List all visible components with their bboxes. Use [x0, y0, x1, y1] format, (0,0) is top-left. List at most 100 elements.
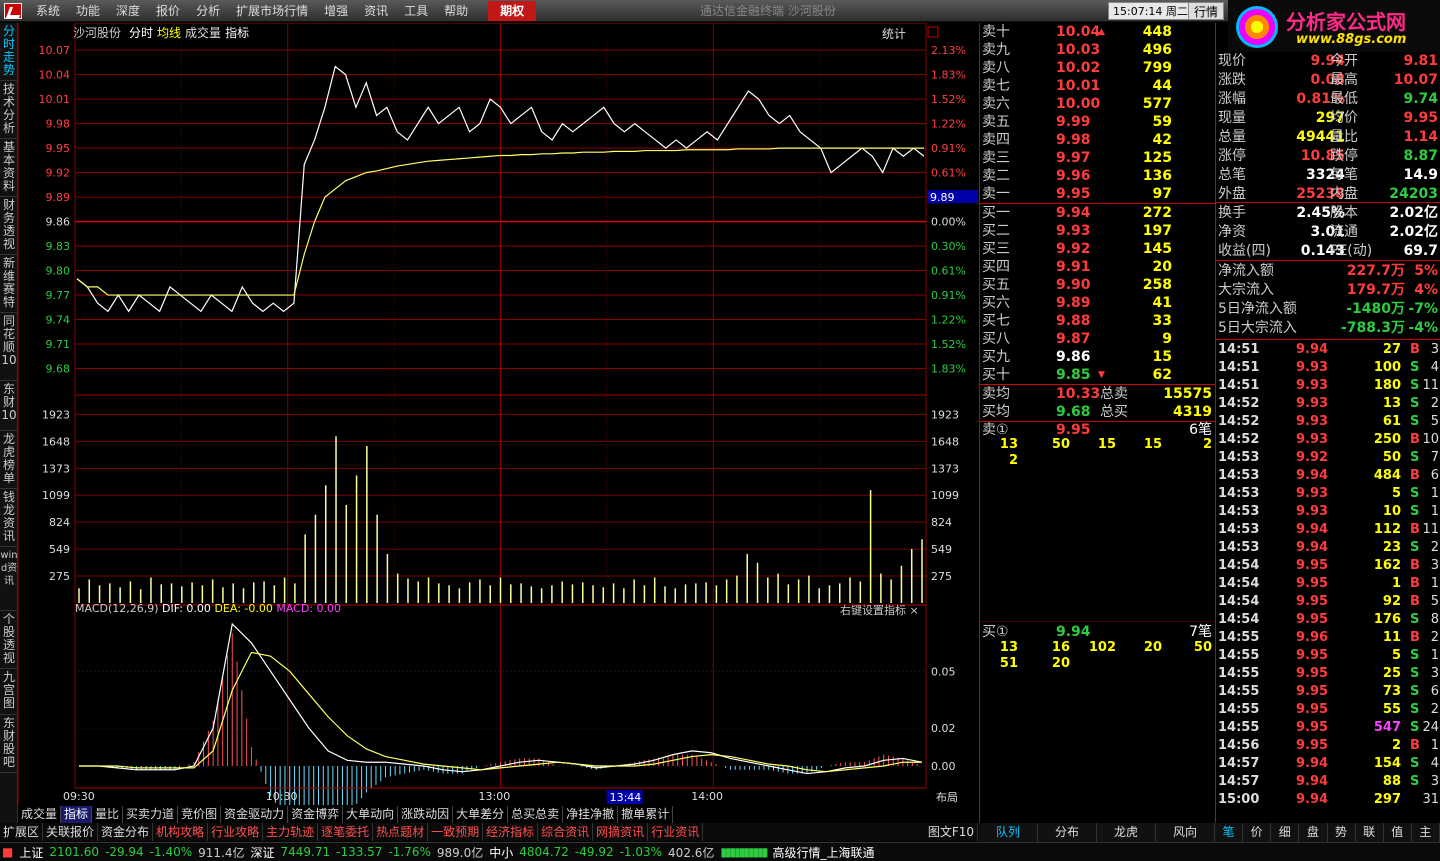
app-logo-icon[interactable]: [4, 2, 22, 19]
btab-volume-ratio[interactable]: 量比: [92, 806, 124, 823]
layout-label[interactable]: 布局: [936, 791, 958, 804]
ask-row[interactable]: 卖五 9.99 59: [980, 113, 1216, 131]
ask-row[interactable]: 卖七 10.01 44: [980, 77, 1216, 95]
tick-row[interactable]: 14:53 9.93 10 S 1: [1216, 503, 1440, 521]
bid-row[interactable]: 买一 9.94 272: [980, 204, 1216, 222]
tick-row[interactable]: 14:54 9.95 92 B 5: [1216, 593, 1440, 611]
etab-web-digest[interactable]: 网摘资讯: [593, 823, 649, 841]
ask-row[interactable]: 卖八 10.02 799: [980, 59, 1216, 77]
bid-row[interactable]: 买十 9.85 ▼ 62: [980, 366, 1216, 384]
ask-row[interactable]: 卖一 9.95 97: [980, 185, 1216, 203]
ltab-wind[interactable]: wind资讯: [0, 547, 18, 611]
btab-cancel-cum[interactable]: 撤单累计: [618, 806, 674, 823]
ask-row[interactable]: 卖二 9.96 136: [980, 167, 1216, 185]
tick-row[interactable]: 14:57 9.94 154 S 4: [1216, 755, 1440, 773]
quote-button[interactable]: 行情: [1188, 2, 1225, 20]
btab-fund-game[interactable]: 资金博弈: [288, 806, 344, 823]
ltab-ths10[interactable]: 同花顺10: [0, 313, 18, 381]
ask-row[interactable]: 卖三 9.97 125: [980, 149, 1216, 167]
tick-row[interactable]: 14:51 9.93 100 S 4: [1216, 359, 1440, 377]
ltab-guba[interactable]: 东财股吧: [0, 715, 18, 773]
ltab-dragon[interactable]: 龙虎榜单: [0, 431, 18, 489]
stat-tab-value[interactable]: 值: [1384, 823, 1412, 842]
ask-row[interactable]: 卖十 10.04 ▲ 448: [980, 23, 1216, 41]
etab-industry-news[interactable]: 行业资讯: [648, 823, 704, 841]
btab-change-cause[interactable]: 涨跌动因: [398, 806, 454, 823]
btab-big-order[interactable]: 大单动向: [343, 806, 399, 823]
tick-row[interactable]: 14:55 9.96 11 B 2: [1216, 629, 1440, 647]
stat-tab-trend[interactable]: 势: [1328, 823, 1356, 842]
etab-fund-dist[interactable]: 资金分布: [98, 823, 154, 841]
ask-row[interactable]: 卖九 10.03 496: [980, 41, 1216, 59]
menu-help[interactable]: 帮助: [436, 0, 476, 22]
tick-row[interactable]: 14:55 9.95 5 S 1: [1216, 647, 1440, 665]
etab-order-by-order[interactable]: 逐笔委托: [318, 823, 374, 841]
btab-indicator[interactable]: 指标: [61, 806, 93, 823]
sh-label[interactable]: 上证: [19, 844, 43, 861]
tick-row[interactable]: 14:57 9.94 88 S 3: [1216, 773, 1440, 791]
ltab-dc10[interactable]: 东财10: [0, 381, 18, 431]
etab-inst-strategy[interactable]: 机构攻略: [153, 823, 209, 841]
menu-tools[interactable]: 工具: [396, 0, 436, 22]
menu-ext-market[interactable]: 扩展市场行情: [228, 0, 316, 22]
tick-row[interactable]: 14:52 9.93 250 B 10: [1216, 431, 1440, 449]
f10-button[interactable]: 图文F10: [925, 823, 978, 841]
tick-row[interactable]: 14:51 9.94 27 B 3: [1216, 341, 1440, 359]
indicator-settings-hint[interactable]: 右键设置指标 ×: [840, 602, 919, 618]
etab-general-news[interactable]: 综合资讯: [538, 823, 594, 841]
stat-tab-main[interactable]: 主: [1412, 823, 1440, 842]
ltab-technical[interactable]: 技术分析: [0, 81, 18, 139]
bid-row[interactable]: 买九 9.86 15: [980, 348, 1216, 366]
bid-row[interactable]: 买四 9.91 20: [980, 258, 1216, 276]
etab-hot-topics[interactable]: 热点题材: [373, 823, 429, 841]
menu-news[interactable]: 资讯: [356, 0, 396, 22]
bid-row[interactable]: 买五 9.90 258: [980, 276, 1216, 294]
btab-big-diff[interactable]: 大单差分: [453, 806, 509, 823]
bid-row[interactable]: 买七 9.88 33: [980, 312, 1216, 330]
tick-row[interactable]: 14:53 9.94 112 B 11: [1216, 521, 1440, 539]
etab-economic[interactable]: 经济指标: [483, 823, 539, 841]
btab-net-hang[interactable]: 净挂净撤: [563, 806, 619, 823]
ask-row[interactable]: 卖六 10.00 577: [980, 95, 1216, 113]
options-button[interactable]: 期权: [488, 0, 537, 21]
menu-depth[interactable]: 深度: [108, 0, 148, 22]
bid-row[interactable]: 买二 9.93 197: [980, 222, 1216, 240]
ask-row[interactable]: 卖四 9.98 42: [980, 131, 1216, 149]
btab-volume[interactable]: 成交量: [18, 806, 62, 823]
tick-row[interactable]: 14:56 9.95 2 B 1: [1216, 737, 1440, 755]
tick-row[interactable]: 14:54 9.95 176 S 8: [1216, 611, 1440, 629]
book-tab-wind[interactable]: 风向: [1156, 823, 1215, 842]
tick-row[interactable]: 14:53 9.93 5 S 1: [1216, 485, 1440, 503]
chart-canvas[interactable]: 10.07 2.13% 10.04 1.83% 10.01 1.52% 9.98 1.22% 9…: [17, 22, 979, 835]
tick-row[interactable]: 14:53 9.92 50 S 7: [1216, 449, 1440, 467]
maximize-icon[interactable]: [927, 26, 939, 38]
etab-related[interactable]: 关联报价: [43, 823, 99, 841]
tick-row[interactable]: 14:54 9.95 1 B 1: [1216, 575, 1440, 593]
book-tab-dragon[interactable]: 龙虎: [1097, 823, 1156, 842]
etab-consensus[interactable]: 一致预期: [428, 823, 484, 841]
tick-row[interactable]: 14:55 9.95 25 S 3: [1216, 665, 1440, 683]
ltab-nine-grid[interactable]: 九宫图: [0, 669, 18, 715]
bid-row[interactable]: 买八 9.87 9: [980, 330, 1216, 348]
tick-row[interactable]: 14:55 9.95 547 S 24: [1216, 719, 1440, 737]
menu-system[interactable]: 系统: [28, 0, 68, 22]
ltab-finance[interactable]: 财务透视: [0, 197, 18, 255]
tick-row[interactable]: 14:52 9.93 61 S 5: [1216, 413, 1440, 431]
ltab-xinwei[interactable]: 新维赛特: [0, 255, 18, 313]
tick-row[interactable]: 14:53 9.94 484 B 6: [1216, 467, 1440, 485]
ltab-intraday[interactable]: 分时走势: [0, 23, 18, 81]
tick-row[interactable]: 14:54 9.95 162 B 3: [1216, 557, 1440, 575]
book-tab-distribution[interactable]: 分布: [1038, 823, 1097, 842]
intraday-chart[interactable]: 10.07 2.13% 10.04 1.83% 10.01 1.52% 9.98 1.22% 9…: [17, 22, 979, 835]
etab-industry-strategy[interactable]: 行业攻略: [208, 823, 264, 841]
stat-tab-board[interactable]: 盘: [1299, 823, 1328, 842]
btab-auction[interactable]: 竞价图: [178, 806, 222, 823]
etab-extension[interactable]: 扩展区: [0, 823, 44, 841]
etab-main-track[interactable]: 主力轨迹: [263, 823, 319, 841]
bid-row[interactable]: 买六 9.89 41: [980, 294, 1216, 312]
menu-analysis[interactable]: 分析: [188, 0, 228, 22]
tick-row[interactable]: 14:52 9.93 13 S 2: [1216, 395, 1440, 413]
tick-row[interactable]: 14:51 9.93 180 S 11: [1216, 377, 1440, 395]
ltab-basic-info[interactable]: 基本资料: [0, 139, 18, 197]
zx-label[interactable]: 中小: [489, 844, 513, 861]
